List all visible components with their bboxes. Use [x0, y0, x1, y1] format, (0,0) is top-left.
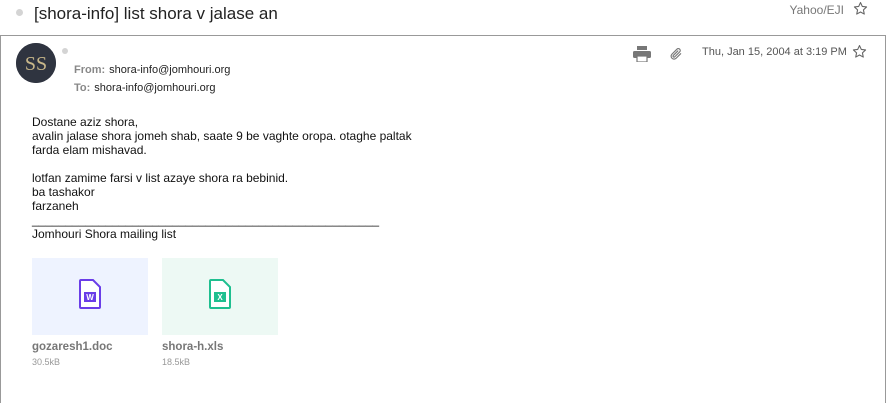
- from-address[interactable]: shora-info@jomhouri.org: [109, 64, 230, 76]
- star-icon[interactable]: [853, 1, 868, 21]
- body-line: Dostane aziz shora,: [32, 115, 139, 129]
- signature-rule: ________________________________________…: [32, 213, 380, 227]
- svg-text:W: W: [86, 293, 94, 302]
- attachment-size: 30.5kB: [32, 357, 61, 367]
- star-icon[interactable]: [852, 44, 867, 64]
- body-line: avalin jalase shora jomeh shab, saate 9 …: [32, 129, 412, 143]
- svg-text:X: X: [217, 293, 223, 302]
- attachment-thumbnail[interactable]: X: [162, 258, 278, 335]
- message-date: Thu, Jan 15, 2004 at 3:19 PM: [702, 46, 847, 58]
- status-dot: [62, 48, 68, 54]
- sender-avatar[interactable]: SS: [16, 43, 56, 83]
- body-line: [32, 157, 412, 171]
- body-line: lotfan zamime farsi v list azaye shora r…: [32, 171, 289, 185]
- from-line: From: shora-info@jomhouri.org: [74, 64, 230, 76]
- body-line: ba tashakor: [32, 185, 95, 199]
- attachment-doc[interactable]: W gozaresh1.doc 30.5kB: [32, 258, 148, 367]
- folder-label[interactable]: Yahoo/EJI: [790, 3, 844, 17]
- message-subject: [shora-info] list shora v jalase an: [34, 4, 278, 23]
- word-document-icon: W: [79, 279, 101, 314]
- attachment-xls[interactable]: X shora-h.xls 18.5kB: [162, 258, 278, 367]
- body-line: Jomhouri Shora mailing list: [32, 227, 177, 241]
- body-line: farda elam mishavad.: [32, 143, 147, 157]
- attachment-name[interactable]: gozaresh1.doc: [32, 341, 148, 353]
- attachment-name[interactable]: shora-h.xls: [162, 341, 278, 353]
- message-card: SS From: shora-info@jomhouri.org To: shora…: [0, 35, 886, 403]
- message-body: Dostane aziz shora, avalin jalase shora …: [32, 115, 412, 241]
- attachment-size: 18.5kB: [162, 357, 191, 367]
- to-line: To: shora-info@jomhouri.org: [74, 82, 216, 94]
- unread-dot: [16, 9, 23, 16]
- print-icon[interactable]: [633, 46, 651, 67]
- attachment-thumbnail[interactable]: W: [32, 258, 148, 335]
- svg-text:SS: SS: [25, 53, 47, 75]
- to-address[interactable]: shora-info@jomhouri.org: [94, 82, 215, 94]
- to-label: To:: [74, 82, 91, 94]
- excel-spreadsheet-icon: X: [209, 279, 231, 314]
- from-label: From:: [74, 64, 106, 76]
- subject-bar: [shora-info] list shora v jalase an Yaho…: [0, 0, 888, 34]
- body-line: farzaneh: [32, 199, 79, 213]
- paperclip-icon[interactable]: [669, 46, 683, 67]
